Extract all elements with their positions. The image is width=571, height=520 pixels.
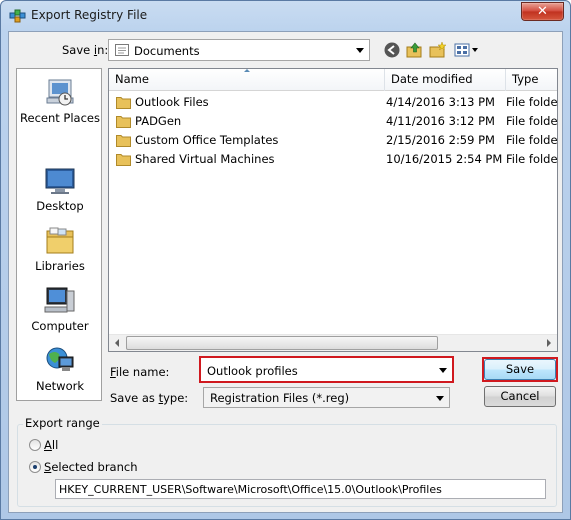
folder-icon xyxy=(116,135,131,147)
network-icon xyxy=(46,347,74,371)
save-in-label: Save in: xyxy=(62,43,109,57)
sort-arrow-icon xyxy=(243,69,250,72)
column-header-type[interactable]: Type xyxy=(506,69,557,91)
file-type: File folder xyxy=(506,114,558,128)
folder-icon xyxy=(116,154,131,166)
desktop-icon xyxy=(45,168,75,194)
column-header-name[interactable]: Name xyxy=(109,69,385,91)
up-folder-icon[interactable] xyxy=(406,41,424,59)
radio-selected-branch-label[interactable]: Selected branch xyxy=(44,460,138,474)
file-name: Custom Office Templates xyxy=(135,133,279,147)
view-menu-icon[interactable] xyxy=(454,41,480,59)
cancel-button[interactable]: Cancel xyxy=(484,386,556,407)
file-type: File folder xyxy=(506,95,558,109)
export-range-title: Export range xyxy=(23,416,102,430)
scroll-left-icon[interactable] xyxy=(115,339,119,347)
file-name: Shared Virtual Machines xyxy=(135,152,275,166)
chevron-down-icon[interactable] xyxy=(439,368,447,373)
place-recent-places[interactable]: Recent Places xyxy=(17,77,103,125)
close-icon: ✕ xyxy=(537,4,548,19)
save-type-value: Registration Files (*.reg) xyxy=(210,391,350,405)
chevron-down-icon[interactable] xyxy=(356,48,364,53)
new-folder-icon[interactable] xyxy=(429,41,447,59)
file-name: Outlook Files xyxy=(135,95,209,109)
save-button[interactable]: Save xyxy=(484,359,556,380)
export-registry-dialog: Export Registry File ✕ Save in: Document… xyxy=(0,0,571,520)
file-row[interactable]: Custom Office Templates 2/15/2016 2:59 P… xyxy=(109,131,557,150)
chevron-down-icon[interactable] xyxy=(436,396,444,401)
file-name: PADGen xyxy=(135,114,182,128)
file-row[interactable]: Outlook Files 4/14/2016 3:13 PM File fol… xyxy=(109,93,557,112)
folder-icon xyxy=(116,116,131,128)
computer-icon xyxy=(44,287,75,313)
column-header-date[interactable]: Date modified xyxy=(385,69,506,91)
save-in-combo[interactable]: Documents xyxy=(108,39,370,61)
file-date: 2/15/2016 2:59 PM xyxy=(386,133,495,147)
place-libraries[interactable]: Libraries xyxy=(17,225,103,273)
file-row[interactable]: PADGen 4/11/2016 3:12 PM File folder xyxy=(109,112,557,131)
title-bar: Export Registry File ✕ xyxy=(1,1,570,31)
place-desktop[interactable]: Desktop xyxy=(17,165,103,213)
window-title: Export Registry File xyxy=(31,8,148,22)
scrollbar-thumb[interactable] xyxy=(126,336,438,350)
file-name-label: File name: xyxy=(110,365,170,379)
horizontal-scrollbar[interactable] xyxy=(109,334,557,351)
documents-folder-icon xyxy=(115,44,129,56)
radio-all-label[interactable]: All xyxy=(44,438,58,452)
place-label: Recent Places xyxy=(20,111,100,125)
place-computer[interactable]: Computer xyxy=(17,285,103,333)
place-network[interactable]: Network xyxy=(17,345,103,393)
file-row[interactable]: Shared Virtual Machines 10/16/2015 2:54 … xyxy=(109,150,557,169)
file-type: File folder xyxy=(506,133,558,147)
places-bar: Recent Places Desktop Libraries Computer… xyxy=(16,68,102,401)
file-name-combo[interactable]: Outlook profiles xyxy=(199,356,454,383)
libraries-icon xyxy=(46,227,74,254)
branch-path-input[interactable]: HKEY_CURRENT_USER\Software\Microsoft\Off… xyxy=(55,479,546,499)
branch-path-value: HKEY_CURRENT_USER\Software\Microsoft\Off… xyxy=(59,483,442,496)
file-type: File folder xyxy=(506,152,558,166)
radio-all[interactable] xyxy=(29,439,41,451)
file-date: 4/11/2016 3:12 PM xyxy=(386,114,495,128)
folder-icon xyxy=(116,97,131,109)
back-icon[interactable] xyxy=(383,41,401,59)
close-button[interactable]: ✕ xyxy=(521,2,564,21)
recent-places-icon xyxy=(46,79,74,106)
file-date: 10/16/2015 2:54 PM xyxy=(386,152,503,166)
column-header-row: Name Date modified Type xyxy=(109,69,557,91)
place-label: Desktop xyxy=(36,199,84,213)
dialog-body: Save in: Documents Recent Places Desktop… xyxy=(8,31,563,513)
save-type-combo[interactable]: Registration Files (*.reg) xyxy=(203,387,450,408)
file-name-input[interactable]: Outlook profiles xyxy=(207,364,298,378)
save-in-value: Documents xyxy=(134,44,200,58)
radio-selected-branch[interactable] xyxy=(29,461,41,473)
file-list[interactable]: Name Date modified Type Outlook Files 4/… xyxy=(108,68,558,352)
place-label: Computer xyxy=(31,319,89,333)
registry-editor-icon xyxy=(9,9,26,23)
place-label: Libraries xyxy=(35,259,85,273)
place-label: Network xyxy=(35,379,85,393)
save-type-label: Save as type: xyxy=(110,391,189,405)
scroll-right-icon[interactable] xyxy=(547,339,551,347)
file-date: 4/14/2016 3:13 PM xyxy=(386,95,495,109)
